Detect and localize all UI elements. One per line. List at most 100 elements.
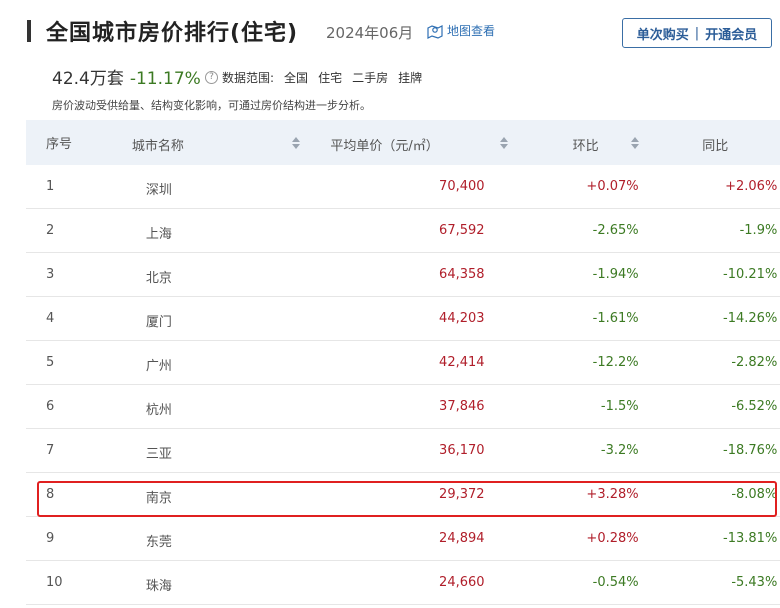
table-row[interactable]: 5 广州 42,414 -12.2% -2.82% [26, 341, 780, 385]
scope-tag: 二手房 [352, 71, 389, 85]
city-name: 珠海 [145, 578, 172, 594]
yoy-change: -5.43% [731, 574, 778, 590]
rank-value: 4 [46, 311, 55, 326]
table-row[interactable]: 8 南京 29,372 +3.28% -8.08% [26, 473, 780, 517]
mom-change: -1.5% [600, 398, 639, 414]
city-name: 广州 [145, 358, 172, 374]
table-row[interactable]: 9 东莞 24,894 +0.28% -13.81% [26, 517, 780, 561]
city-name: 上海 [145, 226, 172, 242]
city-name: 三亚 [145, 446, 172, 462]
city-name: 杭州 [145, 402, 172, 418]
col-price-label: 平均单价（元/㎡） [330, 138, 439, 154]
cell-rank: 5 [26, 355, 92, 370]
map-pin-icon [426, 23, 444, 39]
avg-price: 37,846 [439, 398, 485, 414]
cell-rank: 3 [26, 267, 92, 282]
yoy-change: -10.21% [723, 266, 778, 282]
table-row[interactable]: 4 厦门 44,203 -1.61% -14.26% [26, 297, 780, 341]
sort-arrows-icon[interactable] [630, 136, 639, 149]
data-scope: ? 数据范围: 全国 住宅 二手房 挂牌 [205, 69, 422, 86]
col-mom-label: 环比 [572, 138, 599, 154]
table-row[interactable]: 1 深圳 70,400 +0.07% +2.06% [26, 165, 780, 209]
col-city-label: 城市名称 [131, 138, 184, 154]
title-accent-bar [27, 20, 31, 42]
buy-once-button[interactable]: 单次购买 [637, 24, 689, 43]
mom-change: +0.07% [586, 178, 639, 194]
summary-price: 42.4万套 [52, 69, 124, 89]
yoy-change: -13.81% [723, 530, 778, 546]
yoy-change: -6.52% [731, 398, 778, 414]
rank-value: 7 [46, 443, 55, 458]
question-circle-icon[interactable]: ? [205, 71, 218, 84]
scope-label: 数据范围: [222, 71, 275, 85]
table-header: 序号 城市名称 平均单价（元/㎡） 环比 同比 [26, 120, 780, 165]
rank-value: 3 [46, 267, 55, 282]
yoy-change: +2.06% [725, 178, 778, 194]
avg-price: 64,358 [439, 266, 485, 282]
mom-change: -1.61% [592, 310, 639, 326]
avg-price: 42,414 [439, 354, 485, 370]
map-view-link[interactable]: 地图查看 [426, 22, 495, 39]
cell-rank: 2 [26, 223, 92, 238]
table-row[interactable]: 7 三亚 36,170 -3.2% -18.76% [26, 429, 780, 473]
rank-value: 5 [46, 355, 55, 370]
open-vip-button[interactable]: 开通会员 [705, 24, 757, 43]
rank-value: 8 [46, 487, 55, 502]
city-name: 南京 [145, 490, 172, 506]
mom-change: -2.65% [592, 222, 639, 238]
avg-price: 24,894 [439, 530, 485, 546]
price-summary: 42.4万套 -11.17% [52, 64, 201, 89]
rank-value: 6 [46, 399, 55, 414]
avg-price: 36,170 [439, 442, 485, 458]
mom-change: -0.54% [592, 574, 639, 590]
scope-tag: 全国 [284, 71, 309, 85]
rank-value: 9 [46, 531, 55, 546]
col-yoy-label: 同比 [702, 138, 729, 154]
cell-rank: 6 [26, 399, 92, 414]
avg-price: 44,203 [439, 310, 485, 326]
mom-change: -1.94% [592, 266, 639, 282]
rank-value: 10 [46, 575, 63, 590]
city-name: 东莞 [145, 534, 172, 550]
cell-rank: 10 [26, 575, 92, 590]
yoy-change: -1.9% [739, 222, 778, 238]
scope-tag: 住宅 [318, 71, 343, 85]
cell-rank: 1 [26, 179, 92, 194]
cell-rank: 8 [26, 487, 92, 502]
map-view-label: 地图查看 [447, 24, 496, 38]
page-title: 全国城市房价排行(住宅) [46, 21, 299, 46]
scope-tag: 挂牌 [398, 71, 423, 85]
rank-value: 1 [46, 179, 55, 194]
col-rank: 序号 [26, 133, 92, 152]
date-label: 2024年06月 [326, 24, 414, 42]
header: 全国城市房价排行(住宅) 2024年06月 地图查看 单次购买 | 开通会员 [0, 0, 780, 60]
analysis-note: 房价波动受供给量、结构变化影响，可通过房价结构进一步分析。 [52, 99, 371, 112]
table-row[interactable]: 2 上海 67,592 -2.65% -1.9% [26, 209, 780, 253]
avg-price: 24,660 [439, 574, 485, 590]
city-name: 厦门 [145, 314, 172, 330]
city-name: 北京 [145, 270, 172, 286]
table-row[interactable]: 3 北京 64,358 -1.94% -10.21% [26, 253, 780, 297]
page: 全国城市房价排行(住宅) 2024年06月 地图查看 单次购买 | 开通会员 4… [0, 0, 780, 608]
avg-price: 70,400 [439, 178, 485, 194]
city-price-table: 序号 城市名称 平均单价（元/㎡） 环比 同比 1 深圳 70,400 +0.07% +… [26, 120, 780, 605]
yoy-change: -18.76% [723, 442, 778, 458]
table-row[interactable]: 6 杭州 37,846 -1.5% -6.52% [26, 385, 780, 429]
yoy-change: -2.82% [731, 354, 778, 370]
cell-rank: 4 [26, 311, 92, 326]
col-rank-label: 序号 [46, 137, 73, 152]
yoy-change: -14.26% [723, 310, 778, 326]
table-row[interactable]: 10 珠海 24,660 -0.54% -5.43% [26, 561, 780, 605]
avg-price: 67,592 [439, 222, 485, 238]
button-separator: | [694, 25, 700, 41]
sort-arrows-icon[interactable] [499, 136, 508, 149]
mom-change: +0.28% [586, 530, 639, 546]
cell-rank: 9 [26, 531, 92, 546]
rank-value: 2 [46, 223, 55, 238]
avg-price: 29,372 [439, 486, 485, 502]
mom-change: -12.2% [592, 354, 639, 370]
yoy-change: -8.08% [731, 486, 778, 502]
summary-change: -11.17% [129, 69, 201, 89]
cell-rank: 7 [26, 443, 92, 458]
city-name: 深圳 [145, 182, 172, 198]
